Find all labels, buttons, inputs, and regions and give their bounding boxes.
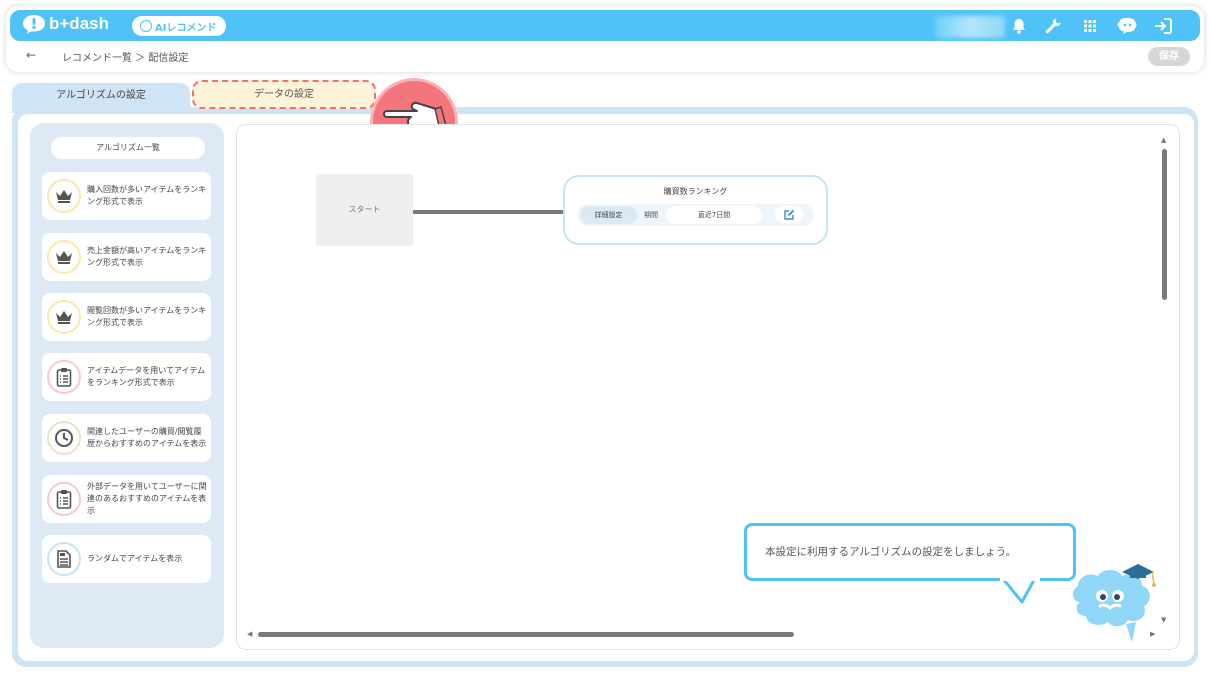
crown-icon bbox=[47, 240, 81, 274]
crown-icon bbox=[47, 300, 81, 334]
grid-menu-icon[interactable] bbox=[1081, 17, 1099, 35]
algorithm-card-item-data[interactable]: アイテムデータを用いてアイテムをランキング形式で表示 bbox=[42, 353, 211, 401]
vertical-scrollbar[interactable] bbox=[1162, 149, 1167, 300]
algorithm-card-view-count[interactable]: 閲覧回数が多いアイテムをランキング形式で表示 bbox=[42, 293, 211, 341]
algorithm-list-title: アルゴリズム一覧 bbox=[51, 137, 205, 159]
flow-start-node[interactable]: スタート bbox=[316, 174, 413, 246]
algorithm-card-sales-amount[interactable]: 売上金額が高いアイテムをランキング形式で表示 bbox=[42, 233, 211, 281]
breadcrumb[interactable]: レコメンド一覧 ＞ 配信設定 bbox=[62, 49, 188, 64]
back-arrow-icon[interactable]: ← bbox=[26, 48, 36, 62]
node-title: 購買数ランキング bbox=[663, 187, 728, 196]
breadcrumb-bar: ← レコメンド一覧 ＞ 配信設定 bbox=[10, 44, 1200, 68]
algorithm-card-external-data[interactable]: 外部データを用いてユーザーに関連のあるおすすめのアイテムを表示 bbox=[42, 475, 211, 523]
document-icon bbox=[47, 542, 81, 576]
detail-settings-button[interactable]: 詳細設定 bbox=[580, 206, 637, 224]
brand-logo[interactable]: b+dash bbox=[22, 14, 109, 34]
brand-name: b+dash bbox=[49, 14, 109, 33]
top-bar: b+dash AIレコメンド bbox=[10, 10, 1200, 41]
speech-bubble-icon bbox=[23, 15, 45, 34]
mascot-chat-icon[interactable] bbox=[1116, 17, 1138, 35]
algorithm-card-label: 外部データを用いてユーザーに関連のあるおすすめのアイテムを表示 bbox=[87, 482, 207, 515]
algorithm-card-label: ランダムでアイテムを表示 bbox=[87, 554, 183, 563]
algorithm-card-purchase-count[interactable]: 購入回数が多いアイテムをランキング形式で表示 bbox=[42, 172, 211, 220]
guide-speech-bubble: 本設定に利用するアルゴリズムの設定をしましょう。 bbox=[744, 523, 1076, 581]
algorithm-card-label: アイテムデータを用いてアイテムをランキング形式で表示 bbox=[87, 366, 206, 387]
algorithm-card-random[interactable]: ランダムでアイテムを表示 bbox=[42, 535, 211, 583]
ai-recommend-label: AIレコメンド bbox=[155, 22, 217, 34]
scroll-up-icon[interactable]: ▲ bbox=[1161, 136, 1166, 144]
bubble-tail bbox=[1000, 578, 1040, 604]
edit-icon bbox=[784, 209, 795, 220]
algorithm-card-label: 閲覧回数が多いアイテムをランキング形式で表示 bbox=[87, 306, 207, 327]
save-button[interactable]: 保存 bbox=[1148, 47, 1190, 66]
flow-connector bbox=[413, 210, 565, 214]
tab-data-settings[interactable]: データの設定 bbox=[192, 80, 376, 109]
user-account-blurred[interactable] bbox=[935, 16, 1005, 38]
clipboard-icon bbox=[47, 482, 81, 516]
logout-icon[interactable] bbox=[1153, 17, 1173, 35]
clipboard-icon bbox=[47, 360, 81, 394]
ai-recommend-button[interactable]: AIレコメンド bbox=[132, 16, 226, 36]
crown-icon bbox=[47, 179, 81, 213]
clock-icon bbox=[47, 421, 81, 455]
edit-button[interactable] bbox=[775, 206, 803, 223]
wrench-icon[interactable] bbox=[1044, 17, 1062, 35]
horizontal-scrollbar[interactable] bbox=[258, 632, 794, 637]
ai-icon bbox=[140, 20, 152, 32]
period-value[interactable]: 直近7日間 bbox=[666, 206, 762, 224]
period-label: 期間 bbox=[644, 211, 658, 219]
tab-algorithm-settings[interactable]: アルゴリズムの設定 bbox=[12, 83, 190, 113]
bell-icon[interactable] bbox=[1010, 17, 1028, 35]
algorithm-card-label: 購入回数が多いアイテムをランキング形式で表示 bbox=[87, 185, 207, 206]
brain-mascot-icon bbox=[1072, 564, 1156, 642]
algorithm-card-label: 売上金額が高いアイテムをランキング形式で表示 bbox=[87, 246, 207, 267]
algorithm-card-label: 関連したユーザーの購買/閲覧履歴からおすすめのアイテムを表示 bbox=[87, 427, 207, 448]
scroll-left-icon[interactable]: ◀ bbox=[247, 630, 252, 638]
algorithm-card-related-users[interactable]: 関連したユーザーの購買/閲覧履歴からおすすめのアイテムを表示 bbox=[42, 414, 211, 462]
